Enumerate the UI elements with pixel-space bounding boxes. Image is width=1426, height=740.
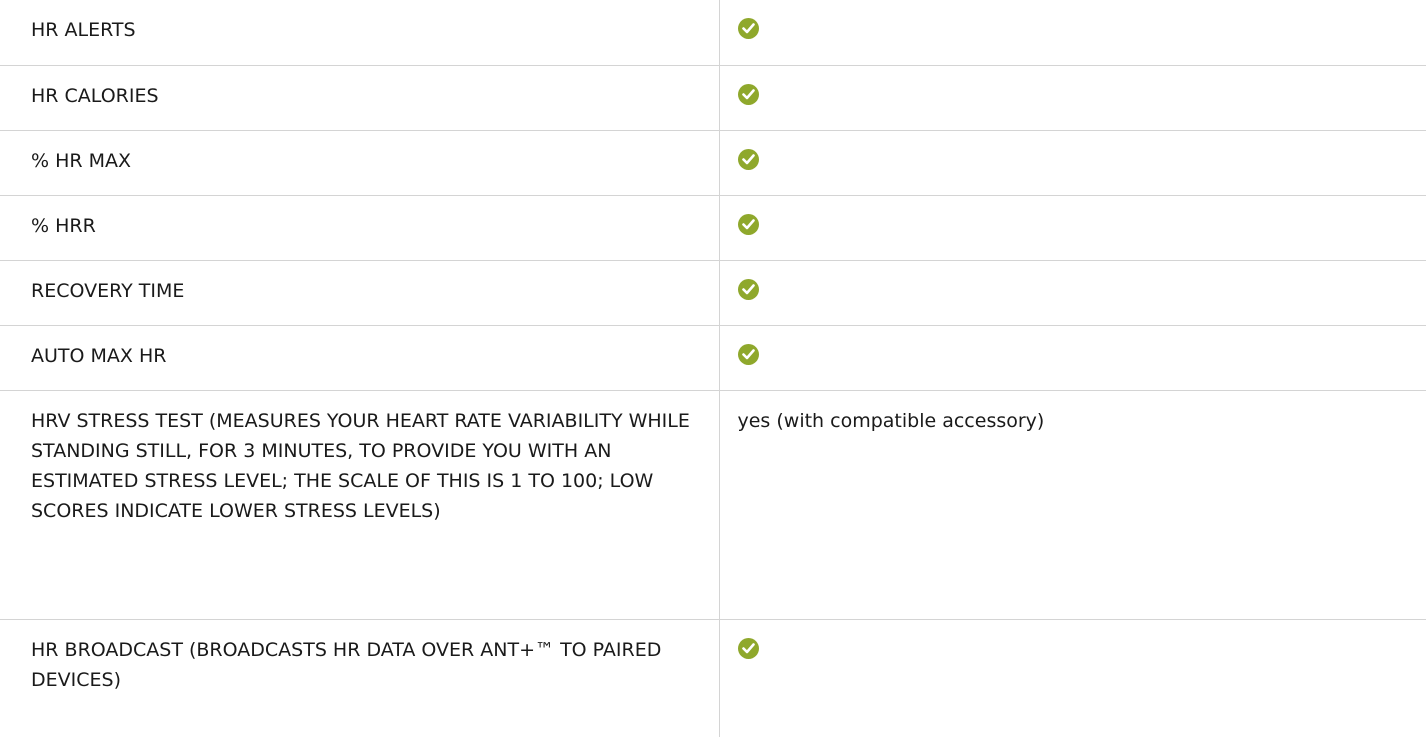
check-circle-icon bbox=[737, 148, 759, 170]
table-row: RECOVERY TIME bbox=[0, 260, 1426, 325]
hr-features-table: HR ALERTS HR CALORIES % HR MAX % HRR REC… bbox=[0, 0, 1426, 737]
table-row: % HR MAX bbox=[0, 130, 1426, 195]
table-row: AUTO MAX HR bbox=[0, 325, 1426, 390]
check-circle-icon bbox=[737, 83, 759, 105]
table-row: HR CALORIES bbox=[0, 65, 1426, 130]
feature-label: % HRR bbox=[31, 214, 96, 237]
check-circle-icon bbox=[737, 278, 759, 300]
check-circle-icon bbox=[737, 18, 759, 39]
feature-label: AUTO MAX HR bbox=[31, 344, 167, 367]
feature-label: HR ALERTS bbox=[31, 19, 136, 41]
check-circle-icon bbox=[737, 213, 759, 235]
table-row: HRV STRESS TEST (MEASURES YOUR HEART RAT… bbox=[0, 390, 1426, 619]
table-row: HR ALERTS bbox=[0, 0, 1426, 65]
feature-label: RECOVERY TIME bbox=[31, 279, 185, 302]
feature-value: yes (with compatible accessory) bbox=[737, 409, 1045, 432]
table-row: HR BROADCAST (BROADCASTS HR DATA OVER AN… bbox=[0, 619, 1426, 737]
feature-label: HR CALORIES bbox=[31, 84, 159, 107]
feature-label: % HR MAX bbox=[31, 149, 132, 172]
check-circle-icon bbox=[737, 637, 759, 659]
table-row: % HRR bbox=[0, 195, 1426, 260]
feature-label: HRV STRESS TEST (MEASURES YOUR HEART RAT… bbox=[31, 409, 690, 522]
feature-label: HR BROADCAST (BROADCASTS HR DATA OVER AN… bbox=[31, 638, 662, 691]
check-circle-icon bbox=[737, 343, 759, 365]
